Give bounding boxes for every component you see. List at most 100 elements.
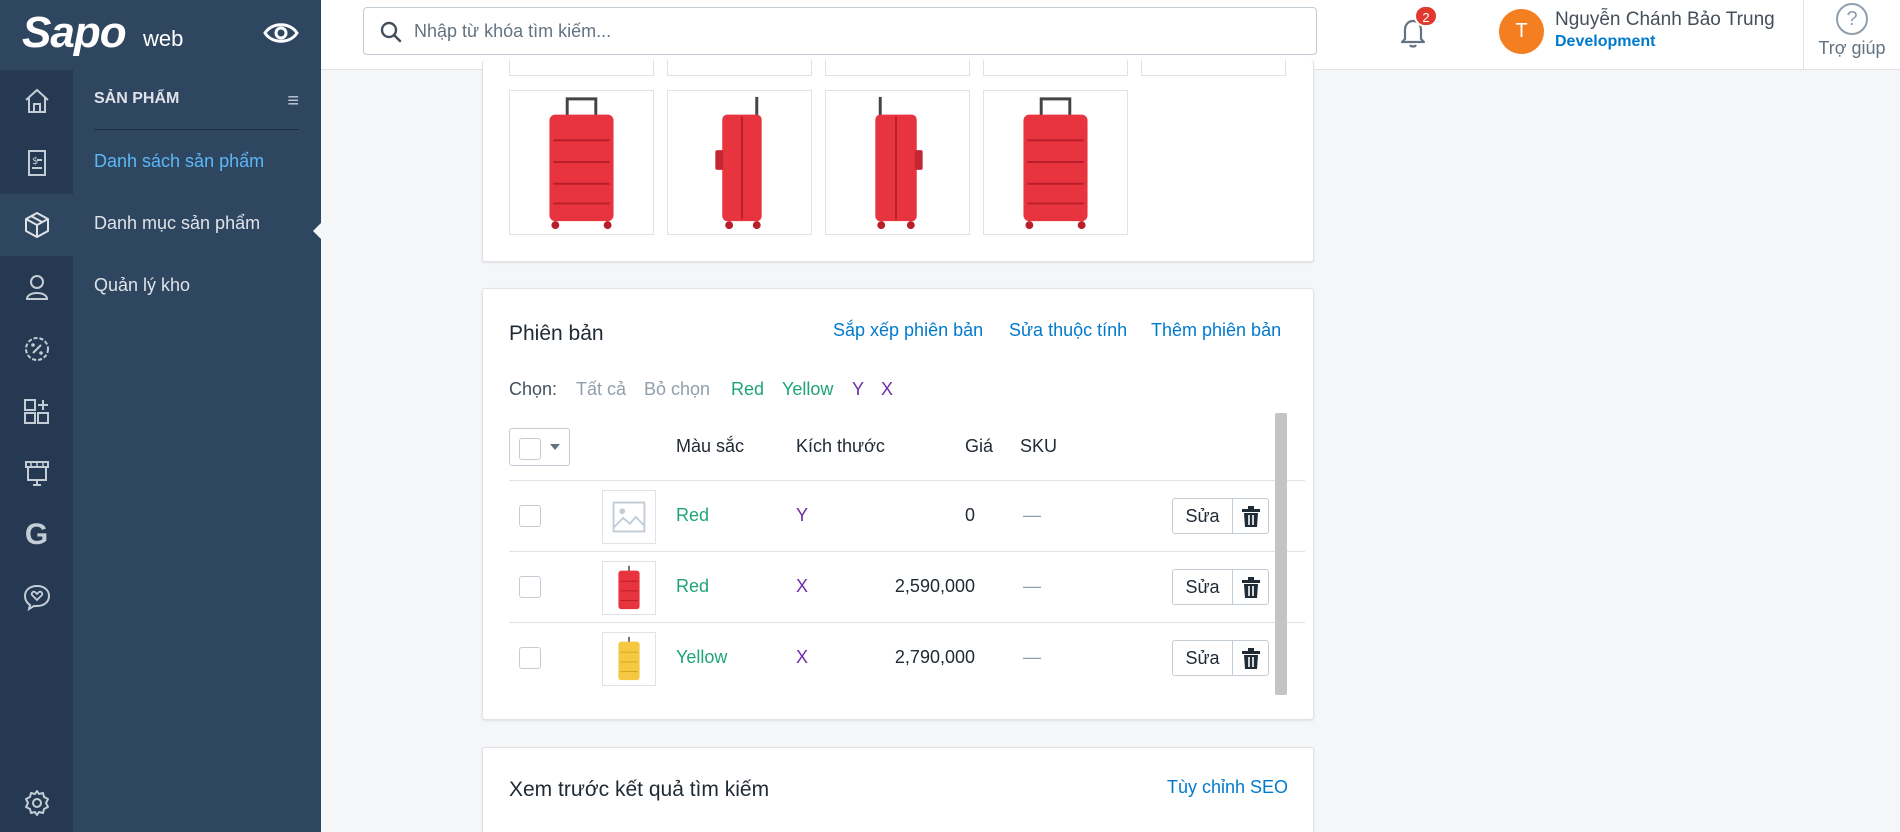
seo-title: Xem trước kết quả tìm kiếm <box>509 778 770 801</box>
column-size: Kích thước <box>796 436 885 456</box>
variant-color: Yellow <box>676 647 728 667</box>
subnav-item-product-list[interactable]: Danh sách sản phẩm <box>94 151 264 172</box>
active-indicator <box>313 223 321 239</box>
column-sku: SKU <box>1020 436 1058 456</box>
variants-card: Phiên bản Sắp xếp phiên bản Sửa thuộc tí… <box>482 288 1314 720</box>
suitcase-side-image <box>715 96 762 230</box>
hamburger-icon[interactable]: ≡ <box>287 90 299 113</box>
products-icon <box>24 212 49 238</box>
media-thumb-2[interactable] <box>667 90 812 235</box>
filter-y[interactable]: Y <box>852 379 864 400</box>
variant-size: Y <box>796 505 809 525</box>
variant-price: 2,590,000 <box>894 576 975 596</box>
table-scrollbar[interactable] <box>1275 413 1287 695</box>
seo-card: Xem trước kết quả tìm kiếm Tùy chỉnh SEO <box>482 747 1314 832</box>
variant-sku: — <box>1023 576 1041 596</box>
delete-button[interactable] <box>1232 498 1269 534</box>
media-thumb-1[interactable] <box>509 90 654 235</box>
yellow-suitcase-image <box>618 636 640 681</box>
search-icon <box>380 21 402 43</box>
edit-attributes-link[interactable]: Sửa thuộc tính <box>1009 320 1127 341</box>
variant-image[interactable] <box>602 490 656 544</box>
thumb-previous-row <box>509 60 654 76</box>
edit-button[interactable]: Sửa <box>1172 498 1233 534</box>
variant-size: X <box>796 576 809 596</box>
variants-title: Phiên bản <box>509 322 604 345</box>
rail-chat[interactable] <box>0 566 73 628</box>
user-role: Development <box>1555 33 1656 50</box>
subnav-item-inventory[interactable]: Quản lý kho <box>94 275 190 296</box>
rail-apps[interactable] <box>0 380 73 442</box>
rail-products[interactable] <box>0 194 73 256</box>
discount-icon <box>24 337 49 361</box>
rail-discounts[interactable] <box>0 318 73 380</box>
rail-customers[interactable] <box>0 256 73 318</box>
delete-button[interactable] <box>1232 640 1269 676</box>
eye-icon[interactable] <box>262 18 300 48</box>
suitcase-side-image <box>875 96 923 230</box>
variant-image[interactable] <box>602 632 656 686</box>
filter-all[interactable]: Tất cả <box>576 379 626 400</box>
sort-variants-link[interactable]: Sắp xếp phiên bản <box>833 320 983 341</box>
variant-image[interactable] <box>602 561 656 615</box>
filter-yellow[interactable]: Yellow <box>782 379 833 400</box>
suitcase-front-image <box>1023 97 1088 230</box>
variant-color: Red <box>676 576 710 596</box>
table-row[interactable]: Red Y 0 — Sửa <box>509 480 1305 551</box>
edit-button[interactable]: Sửa <box>1172 640 1233 676</box>
thumb-previous-row <box>1141 60 1286 76</box>
apps-icon <box>23 399 49 424</box>
filter-x[interactable]: X <box>881 379 893 400</box>
variant-color: Red <box>676 505 710 525</box>
orders-icon: $ <box>27 150 46 176</box>
rail-store[interactable] <box>0 442 73 504</box>
search-input[interactable] <box>414 9 1294 53</box>
search-bar <box>363 7 1317 55</box>
help-button[interactable]: ? Trợ giúp <box>1803 0 1900 69</box>
trash-icon <box>1242 577 1260 598</box>
user-name[interactable]: Nguyễn Chánh Bảo Trung <box>1555 9 1775 31</box>
table-row[interactable]: Red X 2,590,000 — Sửa <box>509 551 1305 622</box>
column-color: Màu sắc <box>676 436 745 456</box>
customize-seo-link[interactable]: Tùy chỉnh SEO <box>1167 777 1288 798</box>
delete-button[interactable] <box>1232 569 1269 605</box>
select-all-checkbox[interactable] <box>519 438 541 460</box>
media-thumb-4[interactable] <box>983 90 1128 235</box>
filter-none[interactable]: Bỏ chọn <box>644 379 710 400</box>
subnav-header: SẢN PHẨM ≡ <box>94 90 299 130</box>
rail-home[interactable] <box>0 70 73 132</box>
media-card <box>482 60 1314 262</box>
table-row[interactable]: Yellow X 2,790,000 — Sửa <box>509 622 1305 693</box>
row-checkbox[interactable] <box>519 647 541 669</box>
home-icon <box>24 88 49 113</box>
variant-size: X <box>796 647 809 667</box>
variant-price: 0 <box>964 505 975 525</box>
rail-orders[interactable]: $ <box>0 132 73 194</box>
variant-sku: — <box>1023 647 1041 667</box>
product-subnav: SẢN PHẨM ≡ Danh sách sản phẩm Danh mục s… <box>73 70 321 832</box>
help-label: Trợ giúp <box>1818 38 1886 58</box>
filter-red[interactable]: Red <box>731 379 764 400</box>
thumb-previous-row <box>825 60 970 76</box>
bulk-select-dropdown[interactable] <box>509 428 570 466</box>
edit-button[interactable]: Sửa <box>1172 569 1233 605</box>
logo-suffix: web <box>143 26 184 51</box>
subnav-item-categories[interactable]: Danh mục sản phẩm <box>94 213 260 234</box>
avatar[interactable]: T <box>1499 9 1544 54</box>
sapo-logo[interactable]: Sapo <box>22 8 127 58</box>
svg-text:$: $ <box>32 156 38 167</box>
row-checkbox[interactable] <box>519 505 541 527</box>
icon-rail: $ G <box>0 70 73 832</box>
add-variant-link[interactable]: Thêm phiên bản <box>1151 320 1281 341</box>
subnav-title: SẢN PHẨM <box>94 90 180 107</box>
brand-area: Sapo web <box>0 0 321 70</box>
filter-label: Chọn: <box>509 379 558 399</box>
rail-google[interactable]: G <box>0 504 73 566</box>
help-icon: ? <box>1836 3 1868 35</box>
customers-icon <box>25 275 48 300</box>
media-thumb-3[interactable] <box>825 90 970 235</box>
row-checkbox[interactable] <box>519 576 541 598</box>
rail-settings[interactable] <box>0 772 73 832</box>
notification-badge: 2 <box>1414 5 1438 27</box>
settings-icon <box>24 790 49 816</box>
